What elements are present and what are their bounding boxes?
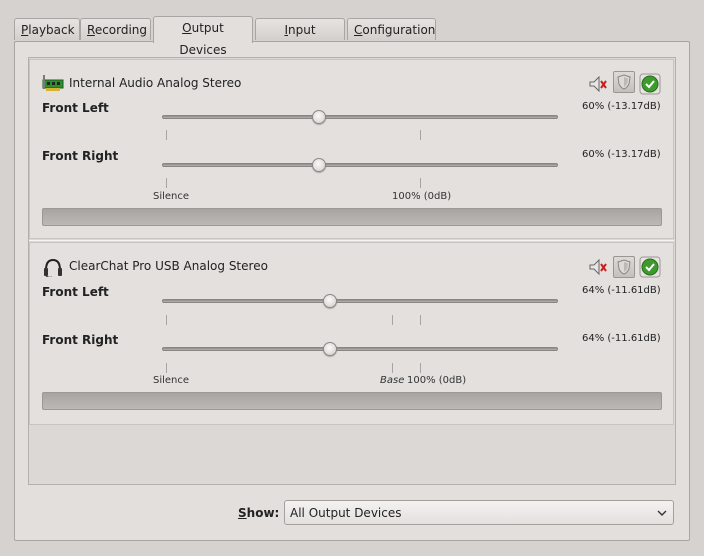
channel-level-text: 60% (-13.17dB): [582, 101, 661, 112]
volume-slider[interactable]: [162, 110, 558, 124]
tick-mark: [392, 363, 393, 373]
scale-silence-label: Silence: [153, 191, 190, 202]
tick-mark: [166, 130, 167, 140]
sound-card-icon: [42, 75, 64, 91]
tab-configuration[interactable]: Configuration: [347, 18, 436, 40]
slider-handle[interactable]: [312, 158, 327, 172]
scale-silence-label: Silence: [153, 375, 190, 386]
device-panel: ClearChat Pro USB Analog Stereo Front Le…: [29, 242, 674, 425]
device-name: Internal Audio Analog Stereo: [69, 76, 242, 90]
lock-channels-button[interactable]: [613, 256, 635, 278]
channel-label: Front Left: [42, 285, 109, 299]
tick-mark: [420, 178, 421, 188]
headset-icon: [44, 258, 62, 277]
dropdown-value: All Output Devices: [290, 506, 402, 520]
tick-mark: [420, 315, 421, 325]
chevron-down-icon: [657, 510, 667, 516]
lock-channels-button[interactable]: [613, 71, 635, 93]
mute-icon[interactable]: [587, 256, 609, 278]
show-devices-dropdown[interactable]: All Output Devices: [284, 500, 674, 525]
scale-full-label: 100% (0dB): [392, 191, 452, 202]
tick-mark: [166, 178, 167, 188]
shield-icon: [617, 74, 631, 90]
scale-base-label: Base: [380, 375, 405, 386]
channel-label: Front Right: [42, 149, 119, 163]
mute-icon[interactable]: [587, 73, 609, 95]
tab-output-devices[interactable]: Output Devices: [153, 16, 253, 57]
volume-slider[interactable]: [162, 342, 558, 356]
channel-level-text: 64% (-11.61dB): [582, 333, 661, 344]
level-meter: [42, 208, 662, 226]
show-label: Show:: [238, 506, 280, 520]
level-meter: [42, 392, 662, 410]
shield-icon: [617, 259, 631, 275]
channel-label: Front Right: [42, 333, 119, 347]
device-panel: Internal Audio Analog Stereo Front Left …: [29, 59, 674, 239]
tick-mark: [420, 363, 421, 373]
tab-playback[interactable]: Playback: [14, 18, 80, 40]
tab-input-devices[interactable]: Input Devices: [255, 18, 345, 59]
slider-handle[interactable]: [322, 342, 337, 356]
volume-slider[interactable]: [162, 158, 558, 172]
tick-mark: [166, 363, 167, 373]
channel-level-text: 60% (-13.17dB): [582, 149, 661, 160]
slider-handle[interactable]: [312, 110, 327, 124]
slider-handle[interactable]: [322, 294, 337, 308]
default-device-icon[interactable]: [639, 256, 661, 278]
tab-recording[interactable]: Recording: [80, 18, 151, 40]
channel-label: Front Left: [42, 101, 109, 115]
channel-level-text: 64% (-11.61dB): [582, 285, 661, 296]
default-device-icon[interactable]: [639, 73, 661, 95]
tick-mark: [166, 315, 167, 325]
volume-slider[interactable]: [162, 294, 558, 308]
tick-mark: [420, 130, 421, 140]
scale-full-label: 100% (0dB): [407, 375, 467, 386]
device-name: ClearChat Pro USB Analog Stereo: [69, 259, 268, 273]
tick-mark: [392, 315, 393, 325]
divider: [29, 240, 674, 241]
